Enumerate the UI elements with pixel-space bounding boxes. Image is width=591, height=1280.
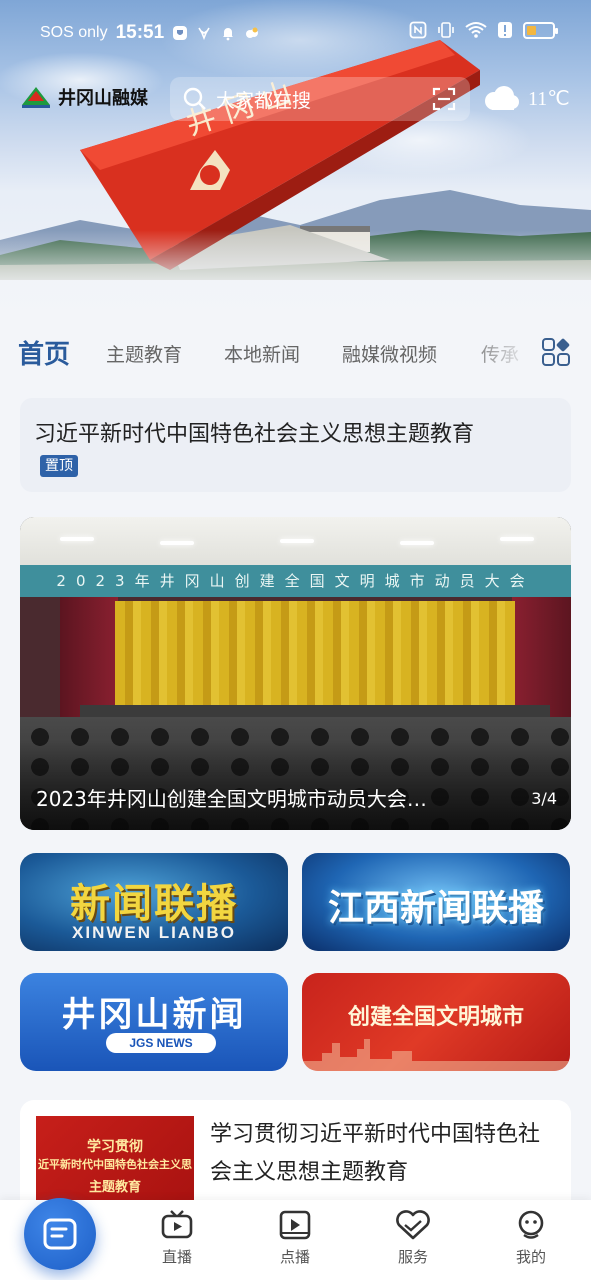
pinned-article[interactable]: 习近平新时代中国特色社会主义思想主题教育 置顶 xyxy=(20,398,571,492)
bell-icon xyxy=(223,28,234,41)
city-skyline-graphic xyxy=(302,1039,570,1071)
carrier-text: SOS only xyxy=(40,24,108,41)
pinned-badge: 置顶 xyxy=(40,455,78,477)
tile-xwlb-subtitle: XINWEN LIANBO xyxy=(72,923,236,942)
weather-cloud-small-icon xyxy=(246,27,259,38)
nav-service-label: 服务 xyxy=(397,1248,428,1266)
banner-pager: 3/4 xyxy=(531,789,557,808)
pinned-article-title: 习近平新时代中国特色社会主义思想主题教育 xyxy=(34,422,475,447)
channel-grid-icon[interactable] xyxy=(540,336,572,368)
category-tabs: 首页 主题教育 本地新闻 融媒微视频 传承 xyxy=(0,330,591,380)
clock-time: 15:51 xyxy=(115,22,165,43)
nav-live[interactable]: 直播 xyxy=(137,1210,217,1267)
wifi-icon xyxy=(465,22,487,38)
tile-civilized-city[interactable]: 创建全国文明城市 xyxy=(302,973,570,1071)
temperature-text: 11℃ xyxy=(528,87,570,110)
scan-icon[interactable] xyxy=(432,87,456,111)
search-bar[interactable]: 大家都在搜 xyxy=(170,77,470,121)
alert-icon xyxy=(498,22,512,38)
nav-vod-label: 点播 xyxy=(279,1248,310,1266)
search-icon xyxy=(183,87,206,110)
logo-text: 井冈山融媒 xyxy=(58,88,148,109)
banner-caption: 2023年井冈山创建全国文明城市动员大会… xyxy=(36,787,427,811)
search-placeholder: 大家都在搜 xyxy=(216,89,312,112)
thumb-line3: 主题教育 xyxy=(88,1180,141,1195)
logo-mountain-icon xyxy=(22,87,50,108)
tile-jxxw-title: 江西新闻联播 xyxy=(327,887,544,929)
nfc-icon xyxy=(409,21,427,39)
video-play-icon xyxy=(279,1210,311,1240)
thumb-line1: 学习贯彻 xyxy=(87,1139,143,1155)
tab-theme-education[interactable]: 主题教育 xyxy=(106,340,182,367)
vibrate-icon xyxy=(438,22,454,38)
cloud-icon xyxy=(485,86,519,110)
user-face-icon xyxy=(518,1210,544,1239)
article-thumbnail: 学习贯彻 近平新时代中国特色社会主义思 主题教育 xyxy=(36,1116,194,1210)
nav-profile[interactable]: 我的 xyxy=(491,1210,571,1267)
status-bar: SOS only 15:51 xyxy=(0,0,591,64)
nav-live-label: 直播 xyxy=(161,1248,192,1266)
article-card[interactable]: 学习贯彻 近平新时代中国特色社会主义思 主题教育 学习贯彻习近平新时代中国特色社… xyxy=(20,1100,571,1210)
handshake-heart-icon xyxy=(396,1210,430,1240)
app-logo: 井冈山融媒 xyxy=(20,84,148,110)
news-doc-icon xyxy=(43,1218,77,1250)
tab-micro-video[interactable]: 融媒微视频 xyxy=(342,340,437,367)
battery-icon xyxy=(523,21,558,39)
tile-jiangxi-news[interactable]: 江西新闻联播 xyxy=(302,853,570,951)
tile-jgs-subtitle: JGS NEWS xyxy=(106,1033,216,1053)
article-title: 学习贯彻习近平新时代中国特色社会主义思想主题教育 xyxy=(210,1122,541,1185)
tile-xinwen-lianbo[interactable]: 新闻联播 XINWEN LIANBO xyxy=(20,853,288,951)
stage-curtain xyxy=(115,601,515,713)
weather-widget[interactable]: 11℃ xyxy=(482,84,570,112)
meeting-banner-sign: 2023年井冈山创建全国文明城市动员大会 xyxy=(20,565,571,597)
tile-wm-title: 创建全国文明城市 xyxy=(347,1004,524,1030)
tv-icon xyxy=(161,1210,193,1239)
tile-jgs-title: 井冈山新闻 xyxy=(61,995,247,1035)
shield-app-icon xyxy=(173,26,188,40)
nav-service[interactable]: 服务 xyxy=(373,1210,453,1267)
antler-app-icon xyxy=(198,27,210,41)
tile-xwlb-title: 新闻联播 xyxy=(70,880,238,927)
news-banner-carousel[interactable]: 2023年井冈山创建全国文明城市动员大会 2023年井冈山创建全国文明城市动员大… xyxy=(20,517,571,830)
tile-jinggangshan-news[interactable]: 井冈山新闻 JGS NEWS xyxy=(20,973,288,1071)
home-news-button[interactable] xyxy=(24,1198,96,1270)
tab-local-news[interactable]: 本地新闻 xyxy=(224,340,300,367)
tab-home[interactable]: 首页 xyxy=(18,334,70,371)
thumb-line2: 近平新时代中国特色社会主义思 xyxy=(38,1158,192,1171)
nav-profile-label: 我的 xyxy=(515,1248,546,1266)
nav-vod[interactable]: 点播 xyxy=(255,1210,335,1267)
